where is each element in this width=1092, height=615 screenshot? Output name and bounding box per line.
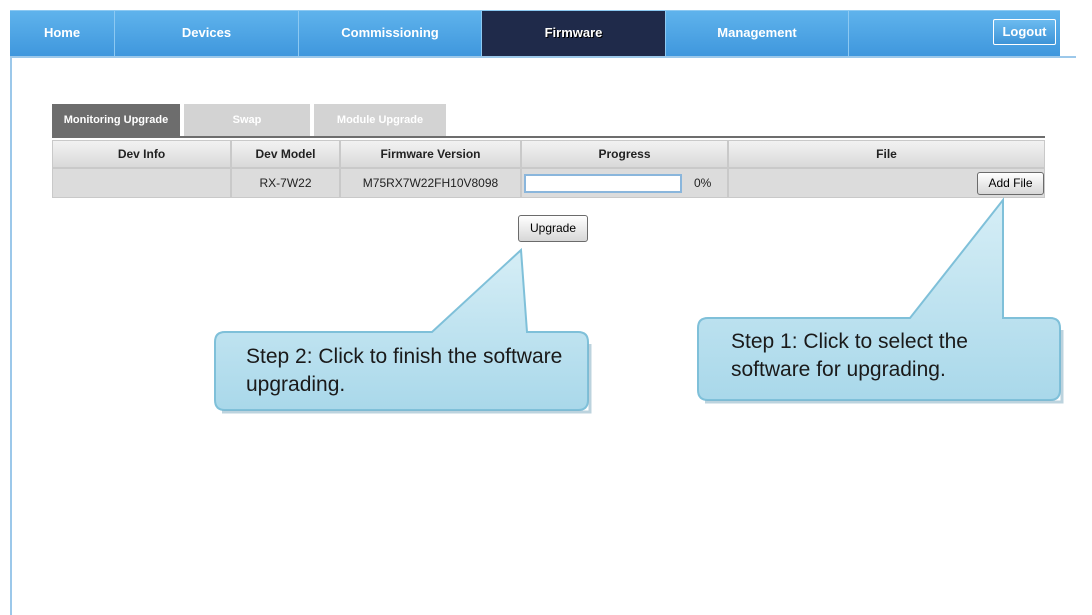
nav-item-management[interactable]: Management: [666, 11, 849, 57]
tab-swap[interactable]: Swap: [184, 104, 310, 136]
header-dev-model: Dev Model: [231, 140, 340, 168]
top-nav: Home Devices Commissioning Firmware Mana…: [10, 10, 1060, 57]
tab-monitoring-upgrade[interactable]: Monitoring Upgrade: [52, 104, 180, 136]
nav-item-devices[interactable]: Devices: [115, 11, 299, 57]
nav-item-commissioning[interactable]: Commissioning: [299, 11, 482, 57]
progress-percent: 0%: [694, 176, 712, 190]
tab-module-upgrade[interactable]: Module Upgrade: [314, 104, 446, 136]
cell-progress: 0%: [521, 168, 728, 198]
tab-underline: [52, 136, 1045, 138]
cell-file: Add File: [728, 168, 1045, 198]
header-file: File: [728, 140, 1045, 168]
logout-button[interactable]: Logout: [993, 19, 1056, 45]
cell-firmware-version: M75RX7W22FH10V8098: [340, 168, 521, 198]
nav-item-firmware[interactable]: Firmware: [482, 11, 666, 57]
add-file-button[interactable]: Add File: [977, 172, 1044, 195]
progress-bar: [524, 174, 682, 193]
cell-dev-info: [52, 168, 231, 198]
header-firmware-version: Firmware Version: [340, 140, 521, 168]
callout-step1-text: Step 1: Click to select the software for…: [731, 330, 968, 381]
callout-step2-text: Step 2: Click to finish the software upg…: [246, 345, 563, 396]
header-progress: Progress: [521, 140, 728, 168]
upgrade-button[interactable]: Upgrade: [518, 215, 588, 242]
nav-item-home[interactable]: Home: [10, 11, 115, 57]
cell-dev-model: RX-7W22: [231, 168, 340, 198]
header-dev-info: Dev Info: [52, 140, 231, 168]
